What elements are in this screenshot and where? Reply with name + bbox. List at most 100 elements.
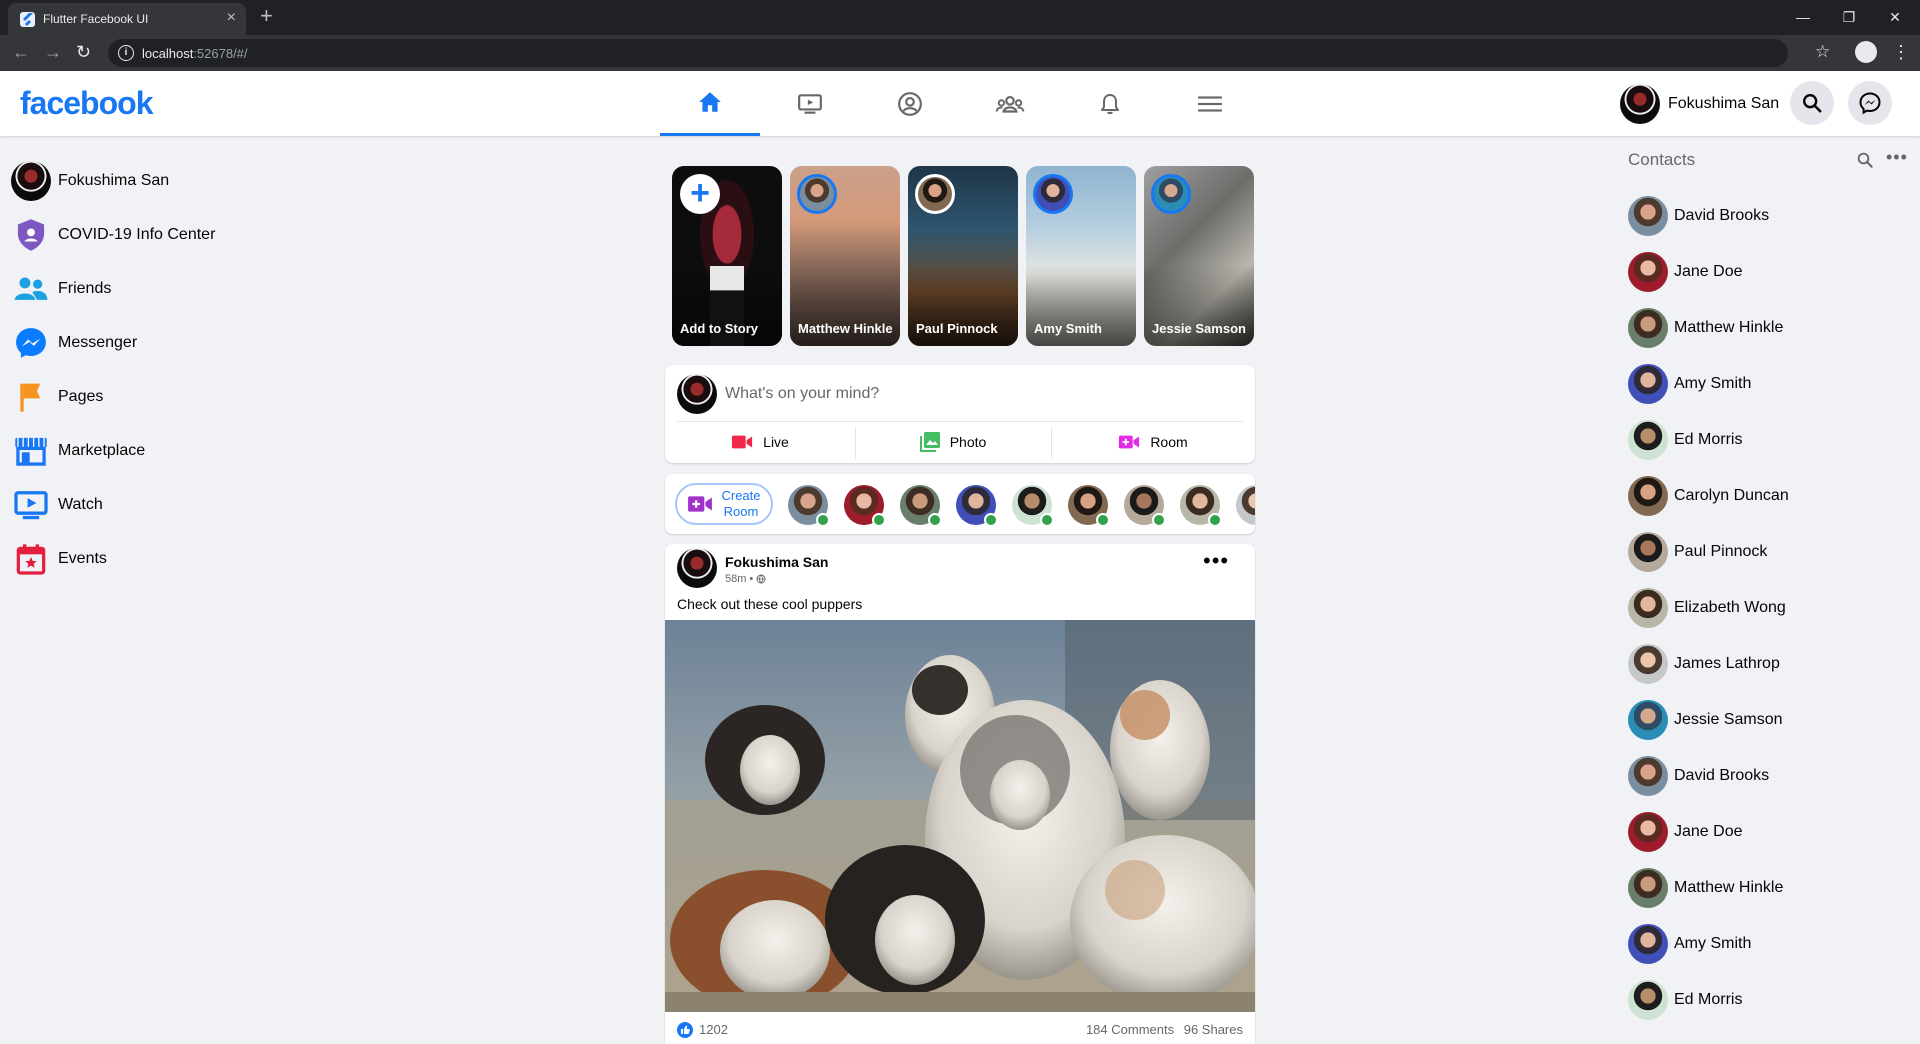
- post-author[interactable]: Fokushima San: [725, 554, 828, 570]
- avatar: [1628, 868, 1668, 908]
- contact-item[interactable]: Ed Morris: [1628, 412, 1789, 468]
- contact-item[interactable]: Matthew Hinkle: [1628, 860, 1789, 916]
- story-card[interactable]: Jessie Samson: [1144, 166, 1254, 346]
- tab-notifications[interactable]: [1060, 71, 1160, 136]
- post-image-puppies[interactable]: [665, 620, 1255, 1012]
- close-window-button[interactable]: ✕: [1880, 6, 1910, 28]
- tab-profile[interactable]: [860, 71, 960, 136]
- contacts-title: Contacts: [1628, 150, 1696, 169]
- browser-profile-icon[interactable]: [1855, 41, 1877, 63]
- contact-name: Amy Smith: [1674, 935, 1752, 952]
- room-avatar[interactable]: [788, 485, 830, 527]
- online-indicator: [1152, 513, 1166, 527]
- create-room-button[interactable]: Create Room: [675, 483, 773, 525]
- post-more-icon[interactable]: •••: [1203, 550, 1229, 572]
- minimize-button[interactable]: —: [1788, 6, 1818, 28]
- contact-name: David Brooks: [1674, 207, 1770, 224]
- browser-tab[interactable]: Flutter Facebook UI ×: [8, 3, 246, 35]
- bookmark-star-icon[interactable]: ☆: [1815, 42, 1830, 62]
- contact-item[interactable]: Jessie Samson: [1628, 692, 1789, 748]
- story-label: Amy Smith: [1034, 321, 1102, 336]
- url-text: localhost:52678/#/: [142, 46, 248, 61]
- room-avatar[interactable]: [1236, 485, 1255, 525]
- back-arrow-icon[interactable]: ←: [12, 43, 30, 61]
- flag-icon: [20, 383, 41, 412]
- new-tab-button[interactable]: +: [260, 5, 273, 27]
- friends-icon: [14, 277, 48, 300]
- facebook-logo[interactable]: facebook: [20, 85, 153, 122]
- post-card: Fokushima San 58m • ••• Check out these …: [665, 544, 1255, 1044]
- room-avatar[interactable]: [1124, 485, 1166, 527]
- group-icon: [995, 95, 1025, 113]
- sidebar-item-marketplace[interactable]: Marketplace: [12, 424, 342, 478]
- sidebar-item-friends[interactable]: Friends: [12, 262, 342, 316]
- photo-button[interactable]: Photo: [855, 425, 1051, 459]
- tab-close-icon[interactable]: ×: [227, 10, 236, 26]
- add-story-plus-icon[interactable]: +: [680, 174, 720, 214]
- room-avatar[interactable]: [1068, 485, 1110, 527]
- forward-arrow-icon[interactable]: →: [44, 43, 62, 61]
- contact-item[interactable]: Amy Smith: [1628, 356, 1789, 412]
- contact-name: David Brooks: [1674, 767, 1770, 784]
- room-avatar[interactable]: [1012, 485, 1054, 527]
- address-bar[interactable]: i localhost:52678/#/: [108, 39, 1788, 67]
- story-card[interactable]: Paul Pinnock: [908, 166, 1018, 346]
- contact-item[interactable]: Elizabeth Wong: [1628, 580, 1789, 636]
- contact-item[interactable]: Amy Smith: [1628, 916, 1789, 972]
- contacts-more-icon[interactable]: •••: [1886, 148, 1908, 166]
- tab-groups[interactable]: [960, 71, 1060, 136]
- avatar: [1620, 84, 1660, 124]
- room-avatar[interactable]: [1180, 485, 1222, 527]
- contacts-search-icon[interactable]: [1856, 151, 1874, 169]
- search-button[interactable]: [1790, 81, 1834, 125]
- avatar: [797, 174, 837, 214]
- contact-item[interactable]: Jane Doe: [1628, 244, 1789, 300]
- live-button[interactable]: Live: [665, 425, 855, 459]
- avatar[interactable]: [677, 548, 717, 588]
- contact-item[interactable]: Carolyn Duncan: [1628, 468, 1789, 524]
- contact-item[interactable]: Jane Doe: [1628, 804, 1789, 860]
- comment-count[interactable]: 184 Comments: [1086, 1022, 1174, 1037]
- sidebar-item-pages[interactable]: Pages: [12, 370, 342, 424]
- app-header: facebook Fokushima San: [0, 71, 1920, 136]
- story-add[interactable]: + Add to Story: [672, 166, 782, 346]
- globe-icon: [756, 574, 766, 584]
- header-user-chip[interactable]: Fokushima San: [1620, 84, 1779, 124]
- sidebar-item-covid[interactable]: COVID-19 Info Center: [12, 208, 342, 262]
- contact-item[interactable]: David Brooks: [1628, 188, 1789, 244]
- contact-item[interactable]: Ed Morris: [1628, 972, 1789, 1028]
- sidebar-item-messenger[interactable]: Messenger: [12, 316, 342, 370]
- sidebar-item-label: COVID-19 Info Center: [58, 226, 216, 243]
- room-button[interactable]: Room: [1051, 425, 1255, 459]
- story-label: Paul Pinnock: [916, 321, 998, 336]
- room-avatar[interactable]: [900, 485, 942, 527]
- contact-item[interactable]: Paul Pinnock: [1628, 524, 1789, 580]
- share-count[interactable]: 96 Shares: [1184, 1022, 1243, 1037]
- shield-icon: [17, 219, 45, 251]
- header-user-name: Fokushima San: [1668, 95, 1780, 112]
- contact-item[interactable]: James Lathrop: [1628, 636, 1789, 692]
- sidebar-item-watch[interactable]: Watch: [12, 478, 342, 532]
- tab-watch[interactable]: [760, 71, 860, 136]
- room-avatar[interactable]: [844, 485, 886, 527]
- like-count[interactable]: 1202: [699, 1022, 728, 1037]
- avatar: [1628, 924, 1668, 964]
- tab-home[interactable]: [660, 71, 760, 136]
- room-avatar[interactable]: [956, 485, 998, 527]
- sidebar-item-label: Watch: [58, 496, 103, 513]
- meta-separator: •: [749, 573, 754, 585]
- sidebar-item-profile[interactable]: Fokushima San: [11, 154, 342, 208]
- story-card[interactable]: Amy Smith: [1026, 166, 1136, 346]
- browser-menu-icon[interactable]: ⋮: [1892, 41, 1910, 63]
- info-icon[interactable]: i: [118, 45, 134, 61]
- contact-item[interactable]: David Brooks: [1628, 748, 1789, 804]
- restore-button[interactable]: ❐: [1834, 6, 1864, 28]
- contact-item[interactable]: Matthew Hinkle: [1628, 300, 1789, 356]
- status-input[interactable]: [725, 379, 1225, 409]
- tab-menu[interactable]: [1160, 71, 1260, 136]
- sidebar-item-events[interactable]: Events: [12, 532, 342, 586]
- search-icon: [1803, 94, 1822, 113]
- messenger-button[interactable]: [1848, 81, 1892, 125]
- story-card[interactable]: Matthew Hinkle: [790, 166, 900, 346]
- reload-icon[interactable]: ↻: [76, 43, 91, 61]
